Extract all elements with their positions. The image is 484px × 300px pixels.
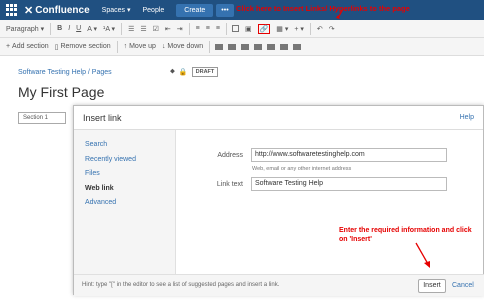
breadcrumb[interactable]: Software Testing Help / Pages (18, 69, 112, 76)
address-input[interactable]: http://www.softwaretestinghelp.com (251, 148, 447, 162)
toolbar-divider (309, 22, 311, 35)
move-up-button[interactable]: ↑ Move up (124, 43, 156, 50)
add-section-button[interactable]: + Add section (6, 43, 49, 50)
help-link[interactable]: Help (460, 114, 474, 121)
toolbar-divider (50, 22, 52, 35)
dialog-sidebar: Search Recently viewed Files Web link Ad… (74, 130, 176, 274)
page-title[interactable]: My First Page (18, 84, 104, 100)
layout-three-column-icon[interactable] (267, 43, 276, 50)
sidebar-item-search[interactable]: Search (85, 138, 175, 153)
dialog-header: Insert link Help (74, 106, 483, 130)
toolbar-divider (116, 40, 118, 53)
insert-more-icon[interactable]: + ▾ (294, 25, 304, 33)
layout-toolbar: + Add section ▯ Remove section ↑ Move up… (0, 38, 484, 56)
page-layout-icon[interactable] (231, 25, 239, 32)
more-create-button[interactable]: ••• (216, 3, 234, 17)
spaces-menu[interactable]: Spaces ▾ (102, 6, 131, 14)
indent-icon[interactable]: ⇥ (177, 25, 183, 33)
sidebar-item-files[interactable]: Files (85, 167, 175, 182)
underline-icon[interactable]: U (76, 25, 81, 32)
image-icon[interactable]: ▣ (245, 25, 252, 33)
bold-icon[interactable]: B (57, 25, 62, 32)
sidebar-item-advanced[interactable]: Advanced (85, 196, 175, 211)
italic-icon[interactable]: I (68, 25, 70, 32)
annotation-enter-info: Enter the required information and click… (339, 227, 472, 243)
toolbar-divider (209, 40, 211, 53)
align-center-icon[interactable]: ≡ (206, 25, 210, 32)
insert-link-icon[interactable]: 🔗 (257, 23, 271, 34)
redo-icon[interactable]: ↷ (329, 25, 335, 33)
remove-section-button[interactable]: ▯ Remove section (55, 43, 111, 51)
editor-toolbar: Paragraph ▾ B I U A ▾ ¹A ▾ ☰ ☰ ☑ ⇤ ⇥ ≡ ≡… (0, 20, 484, 38)
dialog-main: Address http://www.softwaretestinghelp.c… (177, 130, 484, 274)
tag-icon[interactable]: ⬥ (170, 68, 175, 76)
footer-hint: Hint: type "[" in the editor to see a li… (82, 282, 280, 288)
table-icon[interactable]: ▦ ▾ (276, 25, 288, 33)
layout-two-right-icon[interactable] (254, 43, 263, 50)
layout-two-column-icon[interactable] (228, 43, 237, 50)
app-switcher-icon[interactable] (6, 4, 18, 16)
section-label: Section 1 (18, 112, 66, 124)
more-formatting-icon[interactable]: ¹A ▾ (103, 25, 115, 33)
task-list-icon[interactable]: ☑ (153, 25, 159, 33)
sidebar-item-recently-viewed[interactable]: Recently viewed (85, 153, 175, 168)
numbered-list-icon[interactable]: ☰ (140, 25, 146, 33)
people-link[interactable]: People (142, 7, 164, 14)
paragraph-style-dropdown[interactable]: Paragraph ▾ (6, 25, 44, 33)
link-text-input[interactable]: Software Testing Help (251, 177, 447, 191)
link-text-label: Link text (216, 181, 243, 188)
toolbar-divider (225, 22, 227, 35)
text-color-icon[interactable]: A ▾ (87, 25, 97, 33)
address-label: Address (217, 152, 243, 159)
page-status: ⬥ 🔒 DRAFT (170, 67, 219, 77)
align-left-icon[interactable]: ≡ (196, 25, 200, 32)
annotation-arrow-icon (415, 242, 430, 268)
toolbar-divider (121, 22, 123, 35)
move-down-button[interactable]: ↓ Move down (162, 43, 203, 50)
annotation-insert-link: Click here to Insert Links/ Hyperlinks t… (236, 4, 410, 13)
layout-three-left-icon[interactable] (280, 43, 289, 50)
confluence-logo[interactable]: ✕ Confluence (24, 4, 90, 17)
undo-icon[interactable]: ↶ (317, 25, 323, 33)
align-right-icon[interactable]: ≡ (216, 25, 220, 32)
dialog-title: Insert link (83, 112, 122, 123)
cancel-button[interactable]: Cancel (452, 282, 474, 289)
annotation-arrow-icon (336, 8, 344, 19)
address-hint: Web, email or any other internet address (252, 166, 352, 172)
draft-badge: DRAFT (191, 67, 219, 77)
insert-link-dialog: Insert link Help Search Recently viewed … (73, 105, 484, 296)
bullet-list-icon[interactable]: ☰ (128, 25, 134, 33)
outdent-icon[interactable]: ⇤ (165, 25, 171, 33)
insert-button[interactable]: Insert (418, 279, 446, 293)
dialog-footer: Hint: type "[" in the editor to see a li… (74, 274, 484, 296)
create-button[interactable]: Create (176, 3, 214, 17)
toolbar-divider (188, 22, 190, 35)
confluence-logo-icon: ✕ (24, 4, 34, 17)
layout-two-left-icon[interactable] (241, 43, 250, 50)
restrictions-icon[interactable]: 🔒 (179, 68, 188, 76)
layout-one-column-icon[interactable] (215, 43, 224, 50)
layout-three-right-icon[interactable] (293, 43, 302, 50)
sidebar-item-web-link[interactable]: Web link (85, 182, 175, 197)
